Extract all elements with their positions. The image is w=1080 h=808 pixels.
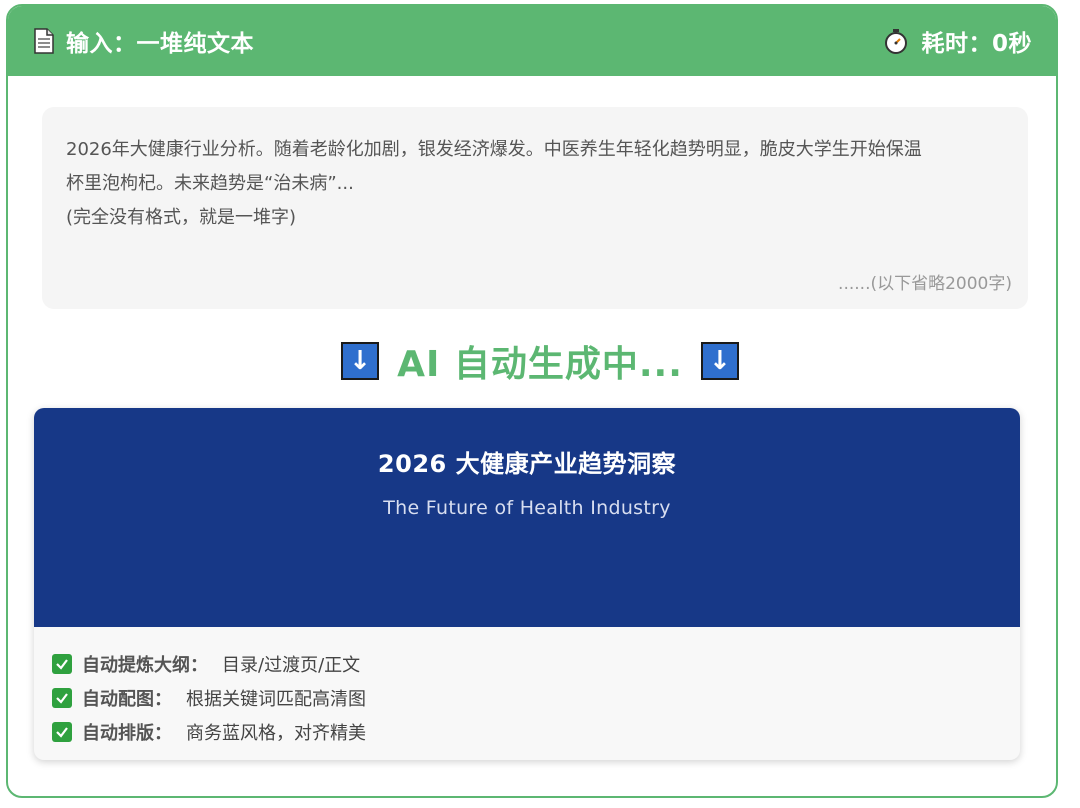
down-arrow-icon: ↓ <box>700 342 739 380</box>
feature-item-images: 自动配图： 根据关键词匹配高清图 <box>52 681 1020 715</box>
input-label: 输入：一堆纯文本 <box>66 31 254 57</box>
header-right: 耗时：0秒 <box>883 24 1032 58</box>
feature-item-layout: 自动排版： 商务蓝风格，对齐精美 <box>52 715 1020 749</box>
header-left: 输入：一堆纯文本 <box>34 24 254 58</box>
slide-subtitle: The Future of Health Industry <box>383 497 671 519</box>
feature-label: 自动排版： <box>82 723 172 744</box>
down-arrow-icon: ↓ <box>341 342 380 380</box>
stopwatch-icon <box>883 28 909 54</box>
feature-desc: 根据关键词匹配高清图 <box>186 689 366 710</box>
checkmark-icon <box>52 688 72 708</box>
feature-label: 自动提炼大纲： <box>82 655 208 676</box>
input-text-line-2: 杯里泡枸杞。未来趋势是“治未病”... <box>66 173 354 194</box>
document-icon <box>34 28 54 54</box>
header-bar: 输入：一堆纯文本 耗时：0秒 <box>8 6 1056 76</box>
feature-label: 自动配图： <box>82 689 172 710</box>
feature-desc: 目录/过渡页/正文 <box>222 655 361 676</box>
generated-slide-preview: 2026 大健康产业趋势洞察 The Future of Health Indu… <box>34 408 1020 760</box>
elapsed-time-label: 耗时：0秒 <box>921 31 1032 57</box>
generating-text: AI 自动生成中... <box>397 344 683 385</box>
feature-item-outline: 自动提炼大纲： 目录/过渡页/正文 <box>52 647 1020 681</box>
feature-list: 自动提炼大纲： 目录/过渡页/正文 自动配图： 根据关键词匹配高清图 自动排版：… <box>34 627 1020 749</box>
checkmark-icon <box>52 722 72 742</box>
omitted-note: ......(以下省略2000字) <box>838 274 1012 294</box>
input-text-line-3: (完全没有格式，就是一堆字) <box>66 207 297 228</box>
feature-desc: 商务蓝风格，对齐精美 <box>186 723 366 744</box>
raw-text-input-box: 2026年大健康行业分析。随着老龄化加剧，银发经济爆发。中医养生年轻化趋势明显，… <box>42 107 1028 309</box>
slide-cover: 2026 大健康产业趋势洞察 The Future of Health Indu… <box>34 408 1020 627</box>
checkmark-icon <box>52 654 72 674</box>
generating-indicator: ↓ AI 自动生成中... ↓ <box>0 338 1080 385</box>
input-text-line-1: 2026年大健康行业分析。随着老龄化加剧，银发经济爆发。中医养生年轻化趋势明显，… <box>66 139 922 160</box>
slide-title: 2026 大健康产业趋势洞察 <box>377 450 677 478</box>
